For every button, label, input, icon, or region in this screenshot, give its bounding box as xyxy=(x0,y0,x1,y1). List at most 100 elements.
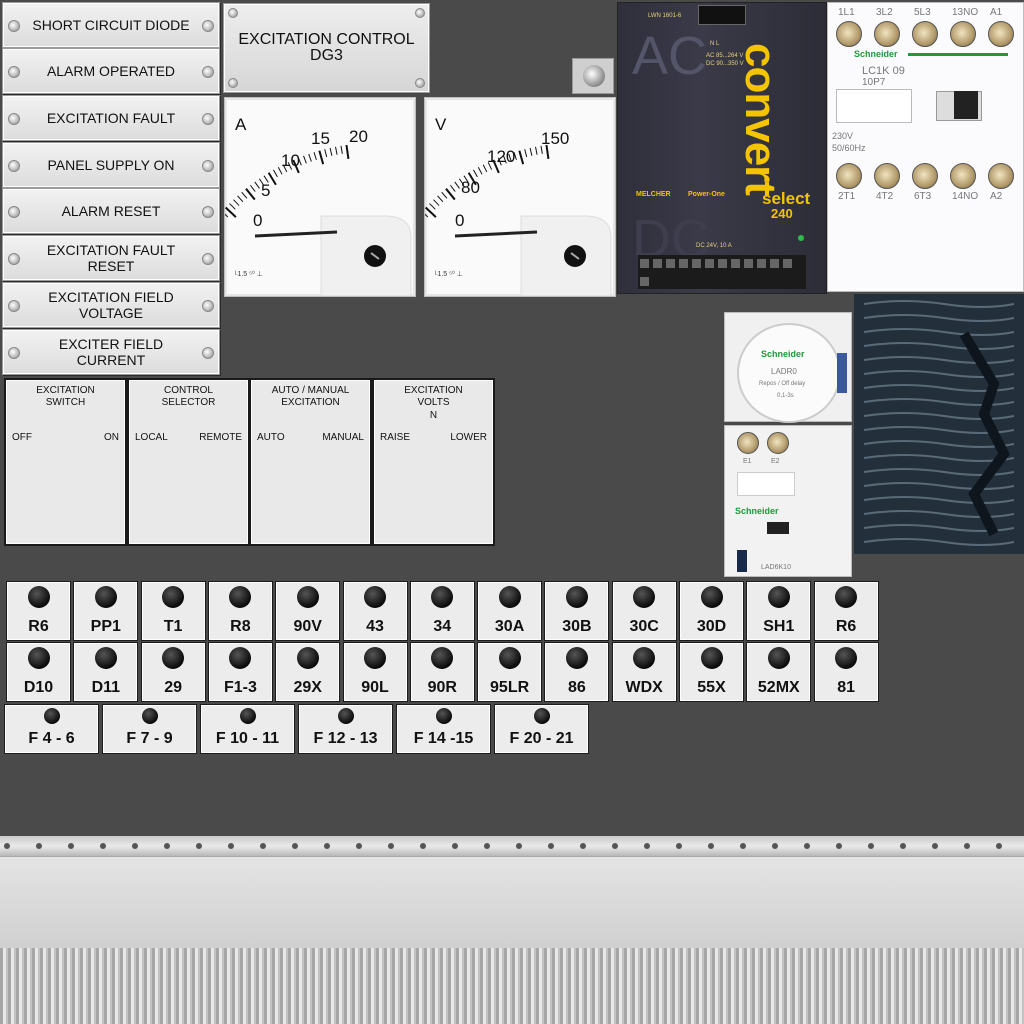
scale-tick xyxy=(345,144,350,159)
nameplate-label: EXCITATION FAULT xyxy=(46,110,176,126)
indicator-lamp[interactable]: D11 xyxy=(73,642,139,702)
terminal-screw-icon xyxy=(767,432,789,454)
terminal-screw-icon xyxy=(950,163,976,189)
indicator-lamp[interactable]: PP1 xyxy=(73,581,139,641)
switch-right-label: MANUAL xyxy=(322,432,364,443)
selector-switch[interactable]: CONTROL SELECTOR LOCAL REMOTE xyxy=(127,378,250,546)
nameplate-label: ALARM OPERATED xyxy=(46,63,176,79)
indicator-lamp[interactable]: 52MX xyxy=(746,642,812,702)
indicator-lamp[interactable]: R6 xyxy=(813,581,879,641)
indicator-label: 52MX xyxy=(757,679,800,696)
terminal-label: A2 xyxy=(990,191,1003,202)
selector-switch[interactable]: EXCITATION VOLTS RAISE LOWER N xyxy=(372,378,495,546)
indicator-lamp[interactable]: 29X xyxy=(275,642,341,702)
screw-icon xyxy=(8,347,20,359)
heatsink-fin xyxy=(863,454,1015,462)
indicator-lamp[interactable]: 86 xyxy=(544,642,610,702)
terminal-label: 3L2 xyxy=(876,7,893,18)
heatsink-fin xyxy=(863,342,1015,350)
scale-label: 20 xyxy=(349,127,368,146)
lamp-icon xyxy=(835,647,858,669)
fuse-lamp-icon xyxy=(435,708,452,724)
scale-tick xyxy=(441,191,448,199)
terminal-label: 5L3 xyxy=(914,7,931,18)
selector-switch[interactable]: EXCITATION SWITCH OFF ON xyxy=(4,378,127,546)
indicator-label: R6 xyxy=(835,618,857,635)
indicator-lamp[interactable]: 30D xyxy=(679,581,744,641)
indicator-lamp[interactable]: 90L xyxy=(342,642,408,702)
scale-tick xyxy=(272,169,278,178)
indicator-lamp[interactable]: 30C xyxy=(611,581,677,641)
lamp-icon xyxy=(94,586,117,608)
fuse-holder[interactable]: F 12 - 13 xyxy=(298,704,393,754)
fuse-holder[interactable]: F 4 - 6 xyxy=(4,704,99,754)
scale-tick xyxy=(241,191,248,199)
module-switch[interactable] xyxy=(737,550,747,572)
rail-hole xyxy=(356,843,362,849)
indicator-lamp[interactable]: 81 xyxy=(813,642,879,702)
indicator-label: F1-3 xyxy=(223,679,257,696)
timer-description: Repos / Off delay xyxy=(759,381,806,387)
fuse-holder[interactable]: F 20 - 21 xyxy=(494,704,589,754)
indicator-lamp[interactable]: WDX xyxy=(611,642,677,702)
timer-block: Schneider LADR0 Repos / Off delay 0,1-3s xyxy=(724,312,852,423)
indicator-label: 90V xyxy=(293,618,322,635)
indicator-lamp[interactable]: 90R xyxy=(409,642,475,702)
indicator-lamp[interactable]: R8 xyxy=(207,581,273,641)
lamp-icon xyxy=(565,586,588,608)
indicator-lamp[interactable]: 30B xyxy=(544,581,610,641)
title-plate: EXCITATION CONTROL DG3 xyxy=(223,3,430,93)
scale-label: 10 xyxy=(281,151,300,170)
nameplate: ALARM OPERATED xyxy=(2,48,220,94)
indicator-lamp[interactable]: R6 xyxy=(6,581,71,641)
scale-tick xyxy=(233,199,240,206)
scale-tick xyxy=(318,150,325,165)
indicator-lamp[interactable]: F1-3 xyxy=(207,642,273,702)
fuse-holder[interactable]: F 7 - 9 xyxy=(102,704,197,754)
rail-hole xyxy=(676,843,682,849)
svg-text:ᴸ1.5 ⁵⁰ ⊥: ᴸ1.5 ⁵⁰ ⊥ xyxy=(435,270,463,278)
fuse-lamp-icon xyxy=(533,708,550,724)
terminal-screw-icon xyxy=(988,21,1014,47)
scale-tick xyxy=(340,145,343,154)
contactor-rating: 230V xyxy=(832,131,854,141)
indicator-lamp[interactable]: 43 xyxy=(342,581,408,641)
fuse-label: F 14 -15 xyxy=(413,730,474,747)
psu-part-number: LWN 1601-6 xyxy=(648,13,682,19)
lamp-icon xyxy=(633,586,656,608)
timer-model: LADR0 xyxy=(771,367,797,376)
indicator-lamp[interactable]: SH1 xyxy=(746,581,812,641)
voltmeter: V 0 80 120 150 ᴸ1.5 ⁵⁰ ⊥ xyxy=(424,97,616,297)
mount-screw-icon xyxy=(572,58,614,94)
nameplate-label: SHORT CIRCUIT DIODE xyxy=(32,17,190,33)
contactor: 1L1 3L2 5L3 13NO A1 Schneider LC1K 09 10P7 2… xyxy=(827,2,1024,292)
indicator-lamp[interactable]: T1 xyxy=(140,581,206,641)
timer-dial[interactable] xyxy=(837,353,847,393)
selector-switch[interactable]: AUTO / MANUAL EXCITATION AUTO MANUAL xyxy=(249,378,372,546)
fuse-holder[interactable]: F 14 -15 xyxy=(396,704,491,754)
indicator-label: 29 xyxy=(164,679,182,696)
switch-left-label: AUTO xyxy=(257,432,285,443)
heatsink-fan xyxy=(854,294,1024,554)
lamp-icon xyxy=(565,647,588,669)
terminal-screw-icon xyxy=(988,163,1014,189)
indicator-lamp[interactable]: D10 xyxy=(6,642,71,702)
indicator-lamp[interactable]: 29 xyxy=(140,642,206,702)
title-line1: EXCITATION CONTROL xyxy=(238,31,415,48)
voltmeter-unit: V xyxy=(435,115,447,134)
indicator-lamp[interactable]: 90V xyxy=(275,581,341,641)
lamp-icon xyxy=(296,586,319,608)
indicator-lamp[interactable]: 34 xyxy=(409,581,475,641)
scale-tick xyxy=(477,167,483,175)
nameplate-label: PANEL SUPPLY ON xyxy=(47,157,175,173)
fuse-holder[interactable]: F 10 - 11 xyxy=(200,704,295,754)
lamp-icon xyxy=(229,647,252,669)
psu-term-labels: N L xyxy=(710,41,720,47)
screw-icon xyxy=(202,206,214,218)
rail-hole xyxy=(324,843,330,849)
indicator-lamp[interactable]: 55X xyxy=(679,642,744,702)
indicator-lamp[interactable]: 95LR xyxy=(477,642,543,702)
scale-tick xyxy=(524,149,528,158)
indicator-lamp[interactable]: 30A xyxy=(477,581,543,641)
terminal-screw-icon xyxy=(912,163,938,189)
